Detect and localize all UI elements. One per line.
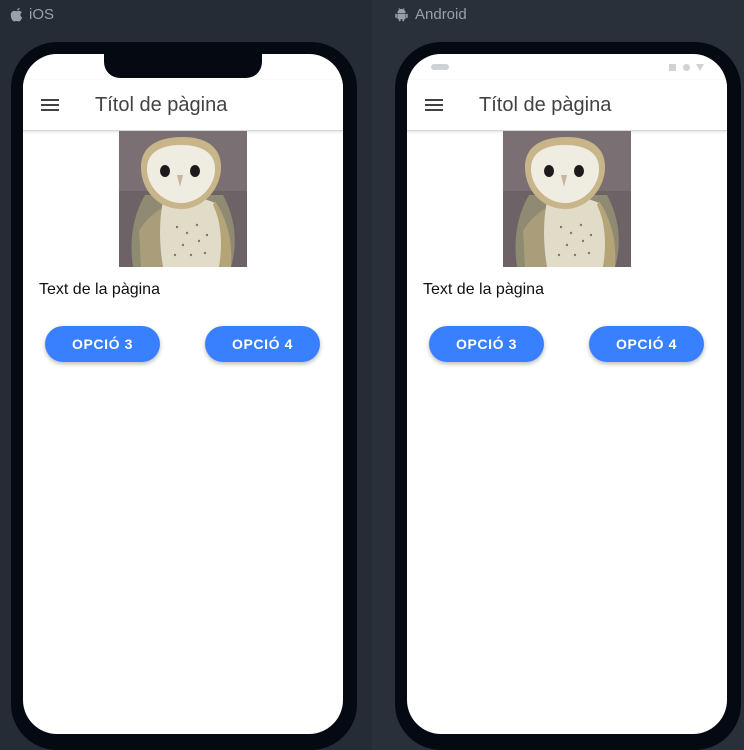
android-device-frame: Títol de pàgina Text de la pàgina OPCIÓ … xyxy=(395,42,741,750)
status-circle-icon xyxy=(683,64,690,71)
page-text: Text de la pàgina xyxy=(39,281,160,298)
status-square-icon xyxy=(669,64,676,71)
ios-label-text: iOS xyxy=(29,5,55,23)
android-platform-label: Android xyxy=(394,5,467,23)
ios-toolbar: Títol de pàgina xyxy=(23,80,343,131)
ios-platform-label: iOS xyxy=(10,5,54,23)
status-pill-icon xyxy=(431,64,449,70)
menu-icon[interactable] xyxy=(39,95,63,115)
owl-image xyxy=(503,131,631,267)
page-title: Títol de pàgina xyxy=(95,94,228,116)
android-label-text: Android xyxy=(415,5,467,23)
option-3-button[interactable]: OPCIÓ 3 xyxy=(45,326,160,362)
option-3-button[interactable]: OPCIÓ 3 xyxy=(429,326,544,362)
status-triangle-icon xyxy=(696,64,704,71)
page-title: Títol de pàgina xyxy=(479,94,612,116)
owl-image xyxy=(119,131,247,267)
option-4-button[interactable]: OPCIÓ 4 xyxy=(205,326,320,362)
option-4-button[interactable]: OPCIÓ 4 xyxy=(589,326,704,362)
ios-device-frame: Títol de pàgina Text de la pàgina OPCIÓ … xyxy=(11,42,357,750)
android-toolbar: Títol de pàgina xyxy=(407,80,727,131)
ios-screen: Títol de pàgina Text de la pàgina OPCIÓ … xyxy=(23,54,343,734)
android-icon xyxy=(394,7,409,22)
apple-icon xyxy=(10,7,23,22)
android-screen: Títol de pàgina Text de la pàgina OPCIÓ … xyxy=(407,54,727,734)
ios-notch xyxy=(104,54,262,78)
page-text: Text de la pàgina xyxy=(423,281,544,298)
android-status-bar xyxy=(407,54,727,80)
menu-icon[interactable] xyxy=(423,95,447,115)
